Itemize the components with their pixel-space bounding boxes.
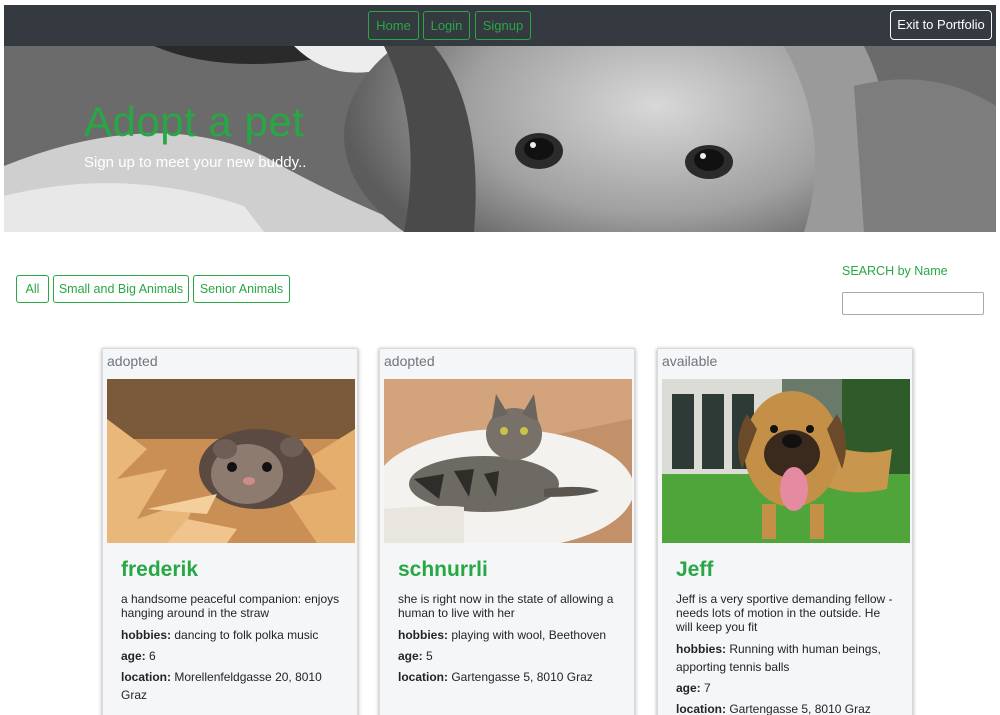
hobbies-value: playing with wool, Beethoven	[451, 628, 607, 642]
hobbies-label: hobbies:	[398, 628, 448, 642]
status-badge: adopted	[384, 353, 435, 369]
hero-subtitle: Sign up to meet your new buddy..	[84, 154, 307, 171]
search-label: SEARCH by Name	[842, 264, 948, 278]
age-label: age:	[676, 681, 701, 695]
home-button[interactable]: Home	[368, 11, 419, 40]
pet-photo-hamster	[107, 379, 355, 543]
hobbies-value: dancing to folk polka music	[174, 628, 319, 642]
hero-banner: Adopt a pet Sign up to meet your new bud…	[4, 46, 996, 232]
page-frame: Home Login Signup Exit to Portfolio Adop…	[4, 5, 996, 715]
pet-description: she is right now in the state of allowin…	[398, 592, 614, 620]
pet-name: frederik	[121, 558, 199, 581]
pet-hobbies: hobbies: dancing to folk polka music	[121, 626, 345, 644]
location-label: location:	[121, 670, 171, 684]
pet-photo-cat	[384, 379, 632, 543]
search-input[interactable]	[842, 292, 984, 315]
pet-location: location: Gartengasse 5, 8010 Graz	[676, 700, 900, 715]
pet-card: available Jeff Jeff is a very sportive d…	[657, 348, 913, 715]
card-body: schnurrli she is right now in the state …	[380, 543, 636, 689]
location-value: Gartengasse 5, 8010 Graz	[729, 702, 871, 715]
status-badge: adopted	[107, 353, 158, 369]
pet-age: age: 7	[676, 679, 900, 697]
cat-image	[384, 379, 632, 543]
pet-card: adopted frederik a handsome peaceful com…	[102, 348, 358, 715]
age-label: age:	[121, 649, 146, 663]
pet-card: adopted schnurrli she is right now in th…	[379, 348, 635, 715]
hobbies-label: hobbies:	[121, 628, 171, 642]
location-label: location:	[398, 670, 448, 684]
pet-age: age: 5	[398, 647, 622, 665]
login-button[interactable]: Login	[423, 11, 470, 40]
filter-small-big-button[interactable]: Small and Big Animals	[53, 275, 189, 303]
signup-button[interactable]: Signup	[475, 11, 531, 40]
status-badge: available	[662, 353, 718, 369]
location-label: location:	[676, 702, 726, 715]
age-value: 6	[149, 649, 156, 663]
navbar: Home Login Signup Exit to Portfolio	[4, 5, 996, 46]
dog-image	[662, 379, 910, 543]
hamster-image	[107, 379, 355, 543]
hobbies-label: hobbies:	[676, 642, 726, 656]
filter-senior-button[interactable]: Senior Animals	[193, 275, 290, 303]
filter-all-button[interactable]: All	[16, 275, 49, 303]
card-body: Jeff Jeff is a very sportive demanding f…	[658, 543, 914, 715]
pet-hobbies: hobbies: Running with human beings, appo…	[676, 640, 900, 676]
pet-hobbies: hobbies: playing with wool, Beethoven	[398, 626, 622, 644]
location-value: Gartengasse 5, 8010 Graz	[451, 670, 593, 684]
pet-location: location: Morellenfeldgasse 20, 8010 Gra…	[121, 668, 345, 704]
card-body: frederik a handsome peaceful companion: …	[103, 543, 359, 707]
exit-to-portfolio-button[interactable]: Exit to Portfolio	[890, 10, 992, 40]
pet-name: Jeff	[676, 558, 714, 581]
pet-name: schnurrli	[398, 558, 488, 581]
age-value: 7	[704, 681, 711, 695]
hero-title: Adopt a pet	[84, 98, 305, 145]
pet-description: Jeff is a very sportive demanding fellow…	[676, 592, 893, 634]
age-label: age:	[398, 649, 423, 663]
pet-age: age: 6	[121, 647, 345, 665]
pet-photo-dog	[662, 379, 910, 543]
age-value: 5	[426, 649, 433, 663]
pet-location: location: Gartengasse 5, 8010 Graz	[398, 668, 622, 686]
pet-description: a handsome peaceful companion: enjoys ha…	[121, 592, 340, 620]
